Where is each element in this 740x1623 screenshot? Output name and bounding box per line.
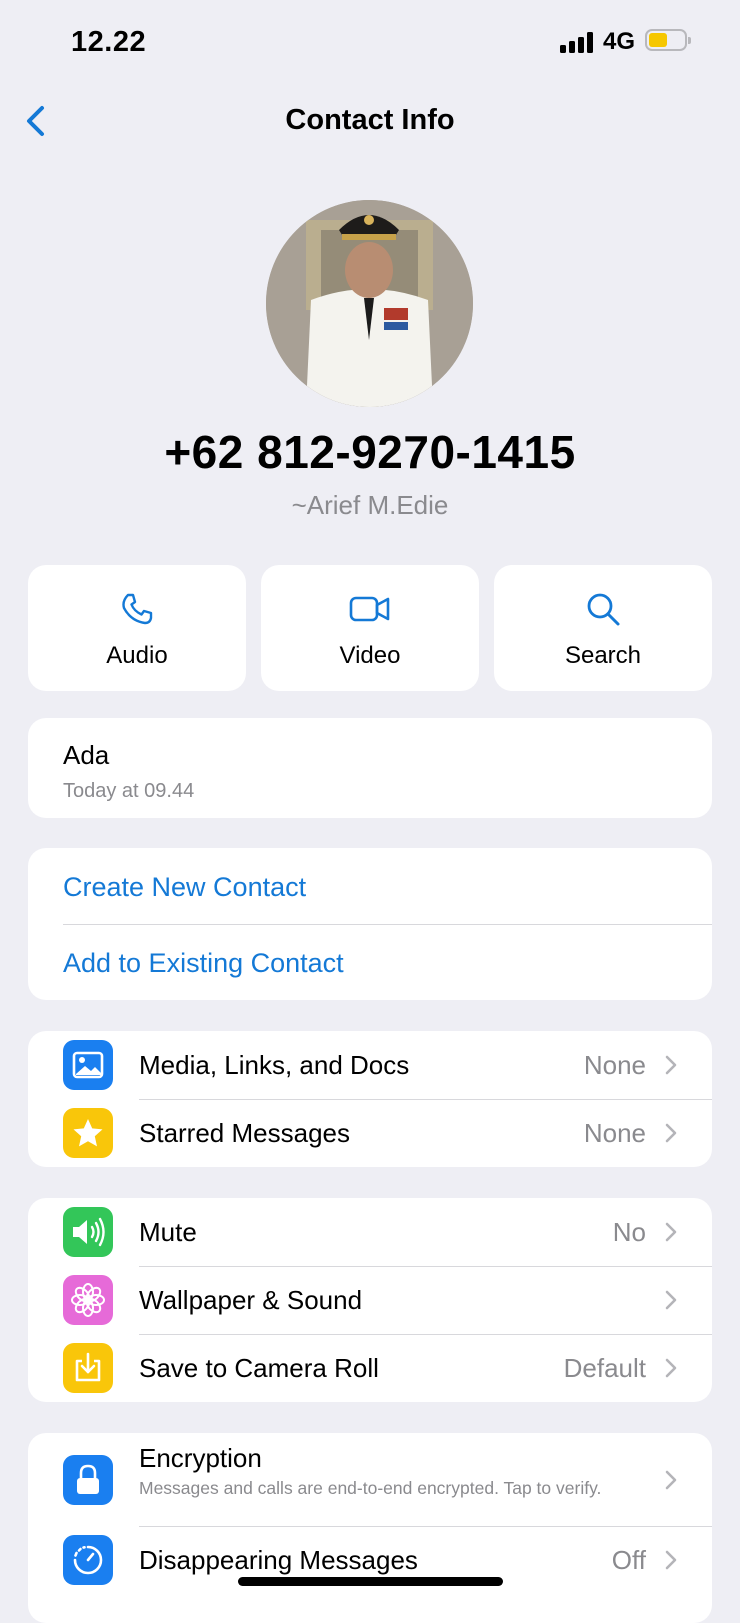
mute-value: No bbox=[612, 1217, 646, 1247]
battery-icon bbox=[645, 29, 691, 51]
media-links-docs-label: Media, Links, and Docs bbox=[139, 1050, 410, 1080]
settings-group-card: Mute No Wallpaper & Sound Save to Camera… bbox=[28, 1198, 712, 1402]
about-text: Ada bbox=[63, 740, 110, 770]
media-links-docs-row[interactable]: Media, Links, and Docs None bbox=[28, 1031, 712, 1099]
disappearing-messages-label: Disappearing Messages bbox=[139, 1545, 418, 1575]
media-links-docs-value: None bbox=[583, 1050, 646, 1080]
mute-row[interactable]: Mute No bbox=[28, 1198, 712, 1266]
speaker-icon bbox=[63, 1207, 113, 1257]
chevron-right-icon bbox=[665, 1550, 677, 1570]
security-group-card: Encryption Messages and calls are end-to… bbox=[28, 1433, 712, 1623]
wallpaper-sound-label: Wallpaper & Sound bbox=[139, 1285, 363, 1315]
starred-messages-label: Starred Messages bbox=[139, 1118, 350, 1148]
save-camera-roll-value: Default bbox=[563, 1353, 646, 1383]
encryption-description: Messages and calls are end-to-end encryp… bbox=[139, 1478, 602, 1498]
mute-label: Mute bbox=[139, 1217, 197, 1247]
video-icon bbox=[349, 596, 390, 622]
profile-photo bbox=[266, 200, 473, 407]
chevron-right-icon bbox=[665, 1358, 677, 1378]
star-icon bbox=[63, 1108, 113, 1158]
starred-messages-row[interactable]: Starred Messages None bbox=[28, 1099, 712, 1167]
chevron-right-icon bbox=[665, 1123, 677, 1143]
encryption-label: Encryption bbox=[139, 1443, 262, 1473]
divider bbox=[63, 924, 712, 925]
about-timestamp: Today at 09.44 bbox=[63, 780, 195, 802]
phone-icon bbox=[122, 593, 153, 625]
timer-icon bbox=[63, 1535, 113, 1585]
chevron-right-icon bbox=[665, 1290, 677, 1310]
disappearing-messages-value: Off bbox=[611, 1545, 646, 1575]
video-call-button[interactable]: Video bbox=[261, 565, 479, 691]
about-card[interactable]: Ada Today at 09.44 bbox=[28, 718, 712, 818]
contact-phone-number: +62 812-9270-1415 bbox=[164, 426, 576, 478]
save-camera-roll-label: Save to Camera Roll bbox=[139, 1353, 379, 1383]
contact-actions-card: Create New Contact Add to Existing Conta… bbox=[28, 848, 712, 1000]
search-button[interactable]: Search bbox=[494, 565, 712, 691]
video-label: Video bbox=[339, 642, 401, 669]
chevron-right-icon bbox=[665, 1470, 677, 1490]
chevron-right-icon bbox=[665, 1055, 677, 1075]
network-type: 4G bbox=[603, 28, 636, 55]
page-title: Contact Info bbox=[285, 104, 455, 136]
starred-messages-value: None bbox=[583, 1118, 646, 1148]
encryption-row[interactable]: Encryption Messages and calls are end-to… bbox=[28, 1433, 712, 1526]
chevron-right-icon bbox=[665, 1222, 677, 1242]
add-to-existing-contact-link[interactable]: Add to Existing Contact bbox=[63, 948, 344, 979]
download-icon bbox=[63, 1343, 113, 1393]
search-label: Search bbox=[564, 642, 642, 669]
lock-icon bbox=[63, 1455, 113, 1505]
contact-push-name: ~Arief M.Edie bbox=[291, 490, 449, 520]
audio-call-button[interactable]: Audio bbox=[28, 565, 246, 691]
nav-bar: Contact Info bbox=[0, 90, 740, 150]
photo-icon bbox=[63, 1040, 113, 1090]
wallpaper-sound-row[interactable]: Wallpaper & Sound bbox=[28, 1266, 712, 1334]
create-new-contact-link[interactable]: Create New Contact bbox=[63, 872, 306, 903]
flower-icon bbox=[63, 1275, 113, 1325]
status-bar: 12.22 4G bbox=[0, 0, 740, 84]
home-indicator[interactable] bbox=[238, 1577, 503, 1586]
audio-label: Audio bbox=[106, 642, 168, 669]
save-camera-roll-row[interactable]: Save to Camera Roll Default bbox=[28, 1334, 712, 1402]
search-icon bbox=[587, 593, 620, 626]
status-time: 12.22 bbox=[71, 26, 147, 58]
media-group-card: Media, Links, and Docs None Starred Mess… bbox=[28, 1031, 712, 1167]
cellular-signal-icon bbox=[560, 31, 596, 53]
avatar[interactable] bbox=[266, 200, 473, 407]
